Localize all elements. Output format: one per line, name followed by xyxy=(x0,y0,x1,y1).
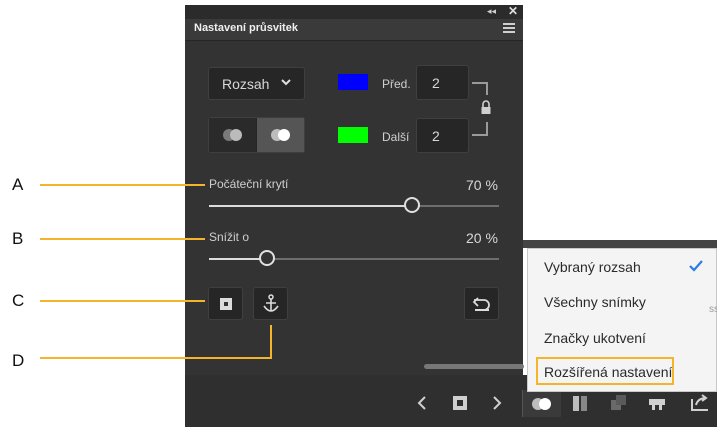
panel-scrollbar[interactable] xyxy=(424,364,524,369)
checkmark-icon xyxy=(689,260,703,272)
callout-c-letter: C xyxy=(12,291,25,310)
export-icon[interactable] xyxy=(690,393,712,413)
reduce-by-thumb[interactable] xyxy=(259,250,275,266)
menu-item-advanced-settings[interactable]: Rozšířená nastavení xyxy=(544,364,672,380)
collapse-icon[interactable]: ◂◂ xyxy=(487,6,496,17)
previous-frames-value: 2 xyxy=(432,75,440,91)
clipped-text-fragment: ss xyxy=(709,304,717,315)
starting-opacity-fill xyxy=(209,205,412,207)
callout-b-letter: B xyxy=(12,229,24,248)
menu-item-anchor-markers[interactable]: Značky ukotvení xyxy=(544,330,646,346)
lock-icon[interactable] xyxy=(479,100,493,116)
callout-a-letter: A xyxy=(12,175,24,194)
anchor-button[interactable] xyxy=(253,287,288,320)
next-frame-icon[interactable] xyxy=(490,395,504,411)
set-range-button[interactable] xyxy=(208,287,243,320)
panel-title: Nastavení průsvitek xyxy=(194,22,298,34)
menu-backdrop-strip xyxy=(523,240,717,248)
next-label: Další xyxy=(382,130,410,144)
next-frames-value: 2 xyxy=(432,128,440,144)
anchor-icon xyxy=(263,294,279,312)
range-dropdown-label: Rozsah xyxy=(222,76,270,92)
next-color-swatch[interactable] xyxy=(338,127,368,143)
callout-c-line xyxy=(40,300,205,302)
starting-opacity-thumb[interactable] xyxy=(404,197,420,213)
insert-frame-icon[interactable] xyxy=(452,395,468,411)
reduce-by-number: 20 xyxy=(466,230,482,246)
starting-opacity-unit: % xyxy=(485,177,498,193)
previous-frames-input[interactable]: 2 xyxy=(416,65,469,100)
previous-color-swatch[interactable] xyxy=(338,74,368,90)
close-icon[interactable]: ✕ xyxy=(508,4,518,18)
reset-button[interactable] xyxy=(464,287,499,320)
menu-item-selected-range[interactable]: Vybraný rozsah xyxy=(544,259,641,275)
reduce-by-unit: % xyxy=(485,230,498,246)
toggle-off-icon xyxy=(223,129,242,141)
reset-icon xyxy=(472,297,490,311)
callout-d-letter: D xyxy=(12,351,25,370)
starting-opacity-number: 70 xyxy=(466,177,482,193)
frame-square-icon xyxy=(220,298,232,310)
layers-icon[interactable] xyxy=(610,394,630,412)
starting-opacity-value: 70 % xyxy=(466,177,498,193)
chevron-down-icon xyxy=(279,75,293,94)
callout-b-line xyxy=(40,238,205,240)
menu-item-all-frames[interactable]: Všechny snímky xyxy=(544,294,646,310)
reduce-by-value: 20 % xyxy=(466,230,498,246)
starting-opacity-label: Počáteční krytí xyxy=(209,177,289,191)
previous-frame-icon[interactable] xyxy=(415,395,429,411)
toggle-on-icon xyxy=(271,129,290,141)
callout-a-line xyxy=(40,184,205,186)
panel-title-bar xyxy=(185,5,523,19)
camera-icon[interactable] xyxy=(648,396,666,412)
onion-skin-icon xyxy=(532,398,551,410)
previous-label: Před. xyxy=(382,77,411,91)
edit-multiple-frames-icon[interactable] xyxy=(572,395,592,413)
callout-d-line xyxy=(40,357,272,359)
callout-d-connector xyxy=(270,325,272,359)
reduce-by-label: Snížit o xyxy=(209,230,250,244)
range-dropdown[interactable]: Rozsah xyxy=(208,67,305,100)
next-frames-input[interactable]: 2 xyxy=(416,118,469,153)
panel-menu-icon[interactable] xyxy=(503,23,515,33)
